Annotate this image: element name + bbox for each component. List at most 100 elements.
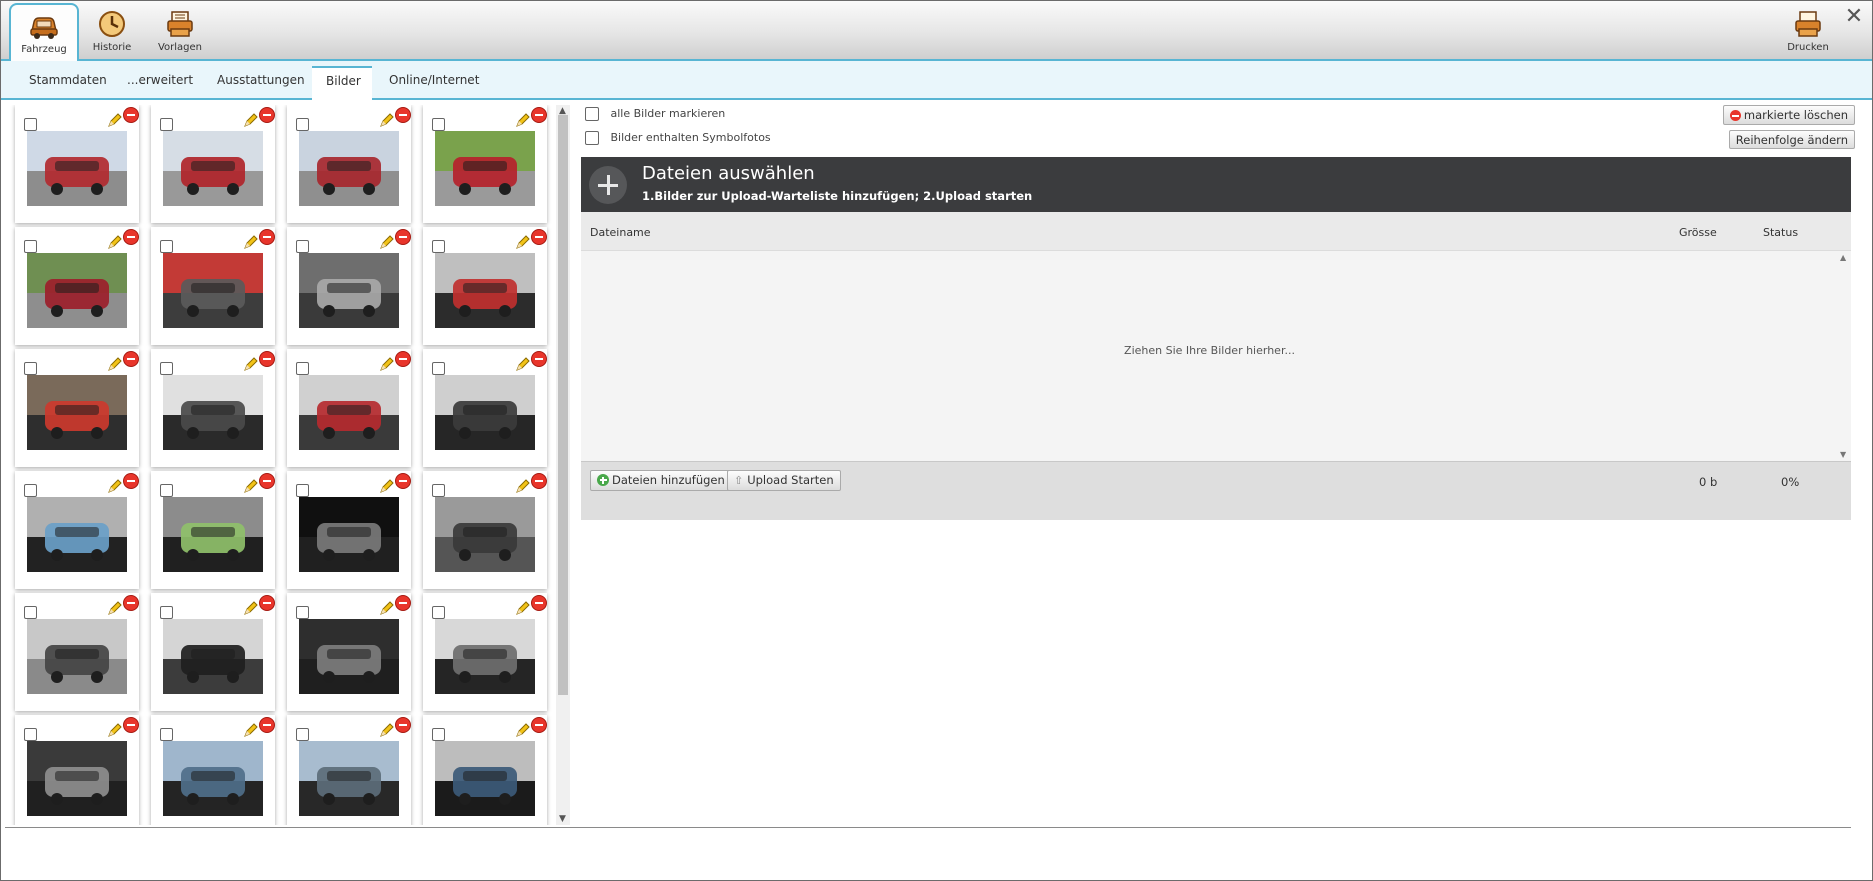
gallery-card[interactable] xyxy=(423,227,547,345)
gallery-card[interactable] xyxy=(15,593,139,711)
image-select-checkbox[interactable] xyxy=(24,240,37,253)
edit-pencil-icon[interactable] xyxy=(243,356,259,372)
edit-pencil-icon[interactable] xyxy=(107,112,123,128)
file-list-scrollbar[interactable]: ▲ ▼ xyxy=(1838,251,1851,461)
image-select-checkbox[interactable] xyxy=(24,362,37,375)
gallery-card[interactable] xyxy=(151,593,275,711)
image-select-checkbox[interactable] xyxy=(160,240,173,253)
tab-erweitert[interactable]: ...erweitert xyxy=(113,69,207,98)
image-thumbnail[interactable] xyxy=(27,253,127,328)
image-select-checkbox[interactable] xyxy=(24,118,37,131)
image-thumbnail[interactable] xyxy=(163,375,263,450)
close-icon[interactable]: ✕ xyxy=(1842,5,1866,29)
edit-pencil-icon[interactable] xyxy=(243,112,259,128)
gallery-card[interactable] xyxy=(423,105,547,223)
file-scroll-down[interactable]: ▼ xyxy=(1840,450,1846,459)
image-select-checkbox[interactable] xyxy=(432,118,445,131)
delete-image-icon[interactable] xyxy=(395,229,411,245)
delete-image-icon[interactable] xyxy=(259,595,275,611)
edit-pencil-icon[interactable] xyxy=(515,478,531,494)
image-thumbnail[interactable] xyxy=(27,619,127,694)
delete-image-icon[interactable] xyxy=(259,473,275,489)
delete-image-icon[interactable] xyxy=(123,595,139,611)
image-thumbnail[interactable] xyxy=(299,253,399,328)
delete-image-icon[interactable] xyxy=(395,595,411,611)
image-select-checkbox[interactable] xyxy=(432,484,445,497)
toolbar-button-historie[interactable]: Historie xyxy=(81,3,143,58)
tab-online-internet[interactable]: Online/Internet xyxy=(375,69,493,98)
image-thumbnail[interactable] xyxy=(435,375,535,450)
gallery-card[interactable] xyxy=(15,105,139,223)
image-thumbnail[interactable] xyxy=(27,131,127,206)
edit-pencil-icon[interactable] xyxy=(515,600,531,616)
edit-pencil-icon[interactable] xyxy=(107,722,123,738)
delete-image-icon[interactable] xyxy=(395,107,411,123)
gallery-card[interactable] xyxy=(15,715,139,825)
edit-pencil-icon[interactable] xyxy=(243,478,259,494)
delete-image-icon[interactable] xyxy=(531,107,547,123)
gallery-card[interactable] xyxy=(151,349,275,467)
image-thumbnail[interactable] xyxy=(163,619,263,694)
image-select-checkbox[interactable] xyxy=(296,728,309,741)
delete-image-icon[interactable] xyxy=(259,351,275,367)
edit-pencil-icon[interactable] xyxy=(379,112,395,128)
gallery-card[interactable] xyxy=(15,349,139,467)
image-select-checkbox[interactable] xyxy=(24,606,37,619)
image-select-checkbox[interactable] xyxy=(432,240,445,253)
image-select-checkbox[interactable] xyxy=(296,484,309,497)
image-thumbnail[interactable] xyxy=(163,741,263,816)
gallery-card[interactable] xyxy=(423,715,547,825)
image-select-checkbox[interactable] xyxy=(296,240,309,253)
reorder-button[interactable]: Reihenfolge ändern xyxy=(1728,130,1855,149)
image-thumbnail[interactable] xyxy=(435,497,535,572)
image-select-checkbox[interactable] xyxy=(24,728,37,741)
delete-image-icon[interactable] xyxy=(123,473,139,489)
gallery-card[interactable] xyxy=(151,227,275,345)
image-thumbnail[interactable] xyxy=(27,497,127,572)
tab-bilder[interactable]: Bilder xyxy=(312,66,372,100)
file-scroll-up[interactable]: ▲ xyxy=(1840,253,1846,262)
edit-pencil-icon[interactable] xyxy=(379,234,395,250)
edit-pencil-icon[interactable] xyxy=(243,600,259,616)
tab-stammdaten[interactable]: Stammdaten xyxy=(15,69,121,98)
add-files-button[interactable]: Dateien hinzufügen xyxy=(590,470,732,491)
delete-image-icon[interactable] xyxy=(531,229,547,245)
print-button[interactable]: Drucken xyxy=(1777,3,1839,58)
image-select-checkbox[interactable] xyxy=(160,606,173,619)
edit-pencil-icon[interactable] xyxy=(515,234,531,250)
image-select-checkbox[interactable] xyxy=(24,484,37,497)
image-thumbnail[interactable] xyxy=(435,741,535,816)
scroll-down-arrow[interactable]: ▼ xyxy=(559,814,566,824)
select-all-option[interactable]: alle Bilder markieren xyxy=(585,107,725,121)
delete-image-icon[interactable] xyxy=(123,351,139,367)
image-select-checkbox[interactable] xyxy=(296,118,309,131)
symbol-photos-option[interactable]: Bilder enthalten Symbolfotos xyxy=(585,131,771,145)
image-select-checkbox[interactable] xyxy=(432,728,445,741)
delete-image-icon[interactable] xyxy=(259,229,275,245)
image-thumbnail[interactable] xyxy=(299,497,399,572)
image-thumbnail[interactable] xyxy=(27,375,127,450)
gallery-scrollbar[interactable]: ▲ ▼ xyxy=(556,105,570,825)
image-select-checkbox[interactable] xyxy=(160,362,173,375)
delete-image-icon[interactable] xyxy=(395,351,411,367)
toolbar-button-fahrzeug[interactable]: Fahrzeug xyxy=(9,3,79,61)
edit-pencil-icon[interactable] xyxy=(107,356,123,372)
delete-image-icon[interactable] xyxy=(259,107,275,123)
file-drop-area[interactable]: Ziehen Sie Ihre Bilder hierher... ▲ ▼ xyxy=(581,251,1851,461)
image-thumbnail[interactable] xyxy=(435,253,535,328)
image-select-checkbox[interactable] xyxy=(432,606,445,619)
image-select-checkbox[interactable] xyxy=(432,362,445,375)
edit-pencil-icon[interactable] xyxy=(107,234,123,250)
symbol-photos-checkbox[interactable] xyxy=(585,131,599,145)
gallery-card[interactable] xyxy=(151,715,275,825)
edit-pencil-icon[interactable] xyxy=(379,722,395,738)
plus-icon[interactable] xyxy=(589,166,627,204)
gallery-card[interactable] xyxy=(15,227,139,345)
gallery-card[interactable] xyxy=(287,227,411,345)
gallery-card[interactable] xyxy=(287,349,411,467)
delete-image-icon[interactable] xyxy=(531,351,547,367)
gallery-card[interactable] xyxy=(151,105,275,223)
image-thumbnail[interactable] xyxy=(435,131,535,206)
image-thumbnail[interactable] xyxy=(299,131,399,206)
delete-marked-button[interactable]: markierte löschen xyxy=(1722,105,1855,125)
